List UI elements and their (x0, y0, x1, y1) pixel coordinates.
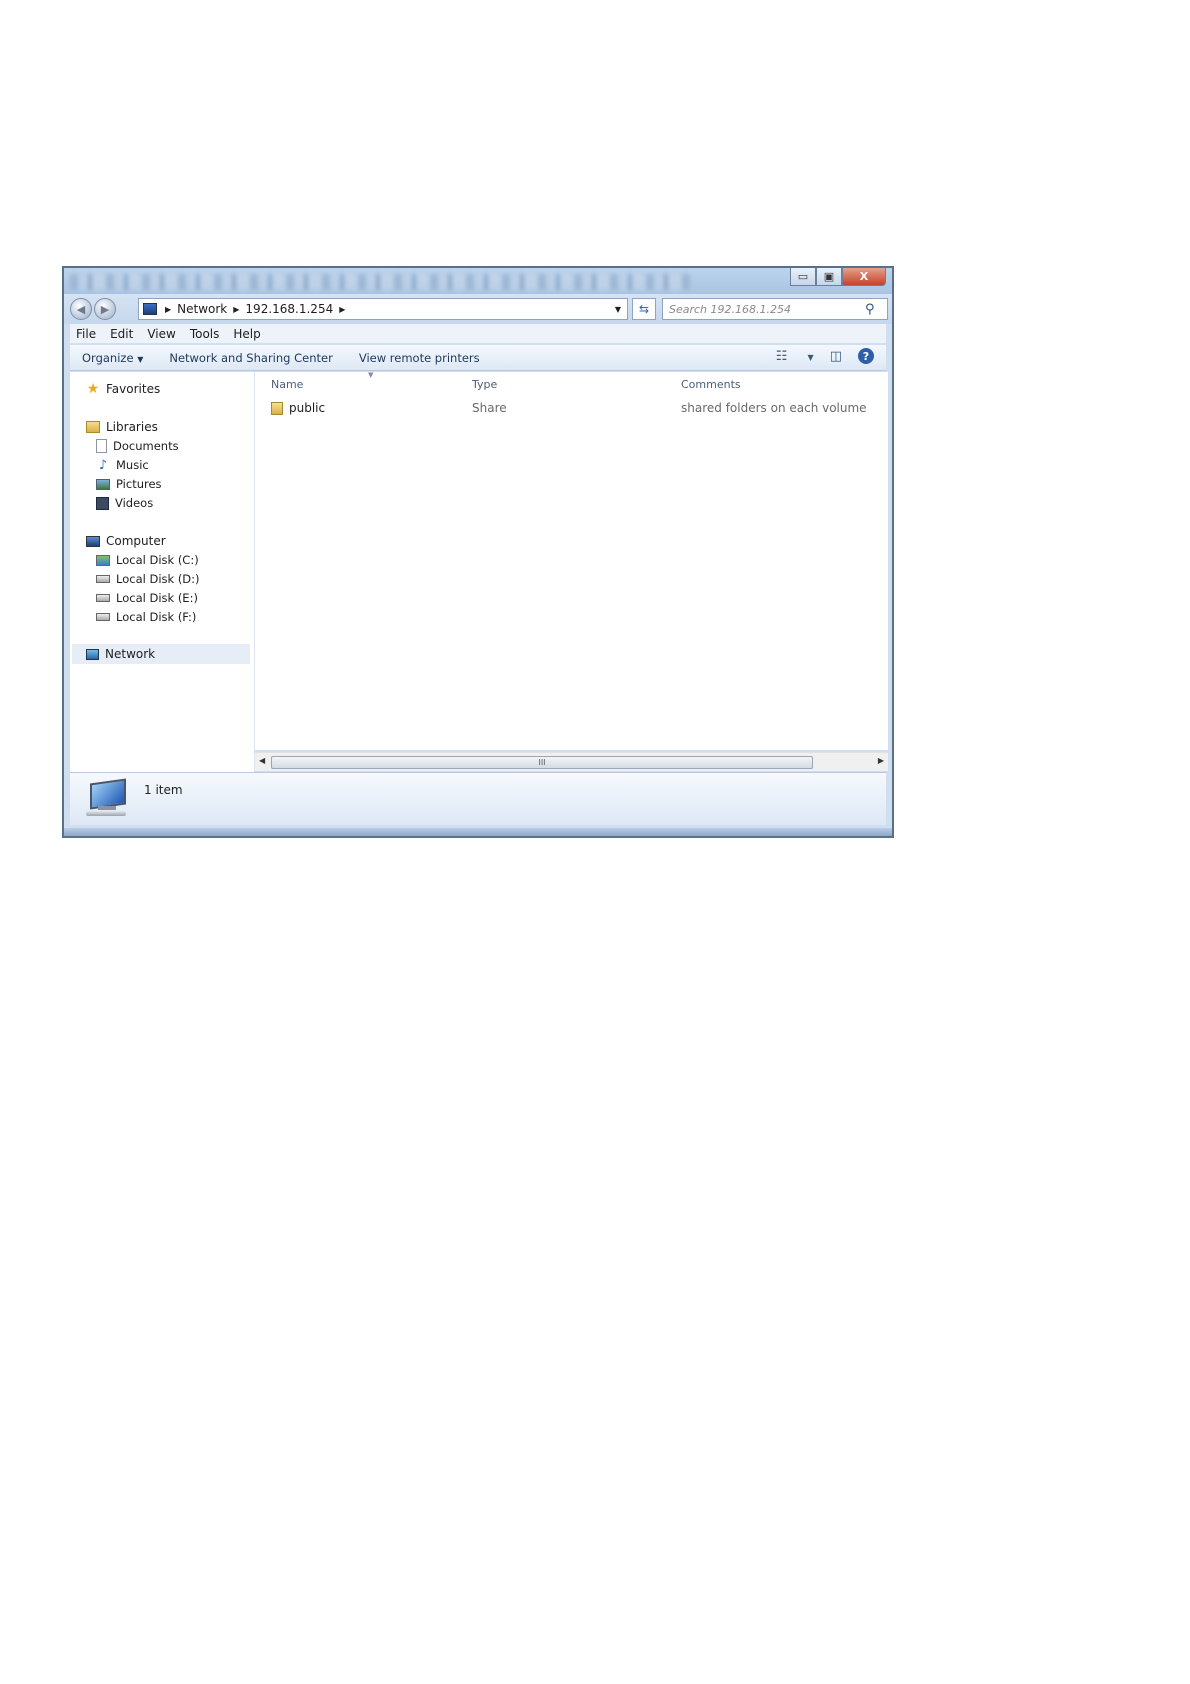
network-location-icon (143, 303, 157, 315)
explorer-window: ▭ ▣ X ◀ ▶ ▶ Network ▶ 192.168.1.254 ▶ ▼ … (62, 266, 894, 838)
scroll-left-icon[interactable]: ◀ (259, 756, 265, 765)
sidebar-item-label: Videos (115, 496, 154, 510)
drive-icon (96, 613, 110, 621)
view-options-icon[interactable]: ☷ ▼ (776, 349, 814, 364)
file-comments: shared folders on each volume (681, 401, 867, 415)
library-folder-icon (86, 421, 100, 433)
command-bar: Organize ▼ Network and Sharing Center Vi… (70, 345, 886, 371)
file-list: ▼ Name Type Comments public Share shared… (255, 371, 888, 750)
computer-icon (86, 535, 100, 547)
file-name: public (289, 401, 326, 415)
navigation-pane: ★ Favorites Libraries Documents ♪ Music … (70, 372, 255, 772)
list-item[interactable]: public Share shared folders on each volu… (255, 398, 888, 418)
organize-button[interactable]: Organize ▼ (82, 351, 143, 365)
sidebar-item-libraries[interactable]: Libraries (86, 420, 158, 434)
maximize-button[interactable]: ▣ (816, 268, 842, 286)
refresh-button[interactable]: ⇆ (632, 298, 656, 320)
sidebar-item-local-disk-d[interactable]: Local Disk (D:) (96, 572, 200, 586)
forward-arrow-icon: ▶ (100, 302, 110, 316)
breadcrumb-separator: ▶ (165, 304, 172, 314)
scroll-right-icon[interactable]: ▶ (878, 756, 884, 765)
minimize-button[interactable]: ▭ (790, 268, 816, 286)
search-input[interactable] (662, 298, 888, 320)
drive-icon (96, 594, 110, 602)
pictures-icon (96, 478, 110, 490)
menu-file[interactable]: File (76, 327, 96, 341)
network-sharing-center-button[interactable]: Network and Sharing Center (169, 351, 332, 365)
sidebar-item-label: Pictures (116, 477, 162, 491)
breadcrumb-network[interactable]: Network (177, 302, 227, 316)
address-bar[interactable]: ▶ Network ▶ 192.168.1.254 ▶ ▼ (138, 298, 628, 320)
sidebar-item-favorites[interactable]: ★ Favorites (86, 381, 161, 397)
sidebar-item-label: Libraries (106, 420, 158, 434)
music-icon: ♪ (98, 457, 108, 473)
sidebar-item-videos[interactable]: Videos (96, 496, 153, 510)
menu-edit[interactable]: Edit (110, 327, 133, 341)
network-icon (86, 648, 99, 660)
shared-folder-icon (271, 402, 283, 415)
sidebar-item-network[interactable]: Network (72, 644, 250, 664)
sidebar-item-label: Favorites (106, 382, 161, 396)
forward-button[interactable]: ▶ (94, 298, 116, 320)
scrollbar-thumb[interactable]: III (271, 756, 813, 769)
caption-buttons: ▭ ▣ X (790, 268, 886, 286)
menu-tools[interactable]: Tools (190, 327, 220, 341)
film-icon (96, 496, 109, 510)
organize-label: Organize (82, 350, 134, 365)
menu-bar: File Edit View Tools Help (70, 324, 886, 344)
window-bottom-edge (64, 828, 892, 836)
menu-help[interactable]: Help (233, 327, 260, 341)
sidebar-item-label: Computer (106, 534, 166, 548)
file-type: Share (472, 401, 507, 415)
breadcrumb-host[interactable]: 192.168.1.254 (245, 302, 333, 316)
search-icon[interactable]: ⚲ (865, 302, 875, 317)
help-icon[interactable]: ? (858, 348, 874, 364)
sidebar-item-local-disk-c[interactable]: Local Disk (C:) (96, 553, 199, 567)
taskbar-blur (70, 274, 690, 290)
sidebar-item-label: Network (105, 647, 156, 661)
details-pane: 1 item (70, 772, 886, 825)
view-remote-printers-button[interactable]: View remote printers (359, 351, 480, 365)
column-header-type[interactable]: Type (472, 378, 497, 391)
navigation-row: ◀ ▶ ▶ Network ▶ 192.168.1.254 ▶ ▼ ⇆ ⚲ (64, 294, 892, 324)
sidebar-item-label: Local Disk (E:) (116, 591, 198, 605)
sidebar-item-label: Music (116, 458, 149, 472)
back-arrow-icon: ◀ (76, 302, 86, 316)
star-icon: ★ (86, 381, 100, 397)
system-drive-icon (96, 554, 110, 566)
scrollbar-grip: III (538, 758, 546, 767)
drive-icon (96, 575, 110, 583)
view-controls: ☷ ▼ ◫ ? (760, 348, 874, 364)
column-header-name[interactable]: Name (271, 378, 303, 391)
sidebar-item-music[interactable]: ♪ Music (96, 457, 149, 473)
sidebar-item-label: Documents (113, 439, 179, 453)
breadcrumb-separator: ▶ (339, 304, 346, 314)
sidebar-item-computer[interactable]: Computer (86, 534, 166, 548)
network-computer-icon (84, 778, 128, 817)
sidebar-item-documents[interactable]: Documents (96, 439, 179, 453)
sidebar-item-label: Local Disk (C:) (116, 553, 199, 567)
column-header-comments[interactable]: Comments (681, 378, 741, 391)
menu-view[interactable]: View (147, 327, 175, 341)
chevron-down-icon: ▼ (137, 354, 144, 364)
breadcrumb-separator: ▶ (233, 304, 240, 314)
sidebar-item-local-disk-f[interactable]: Local Disk (F:) (96, 610, 196, 624)
sidebar-item-pictures[interactable]: Pictures (96, 477, 162, 491)
back-button[interactable]: ◀ (70, 298, 92, 320)
document-icon (96, 439, 107, 453)
item-count: 1 item (144, 783, 183, 797)
sidebar-item-label: Local Disk (F:) (116, 610, 197, 624)
close-button[interactable]: X (842, 268, 886, 286)
sidebar-item-local-disk-e[interactable]: Local Disk (E:) (96, 591, 198, 605)
refresh-icon: ⇆ (638, 302, 650, 316)
preview-pane-icon[interactable]: ◫ (830, 349, 842, 364)
title-bar: ▭ ▣ X (64, 268, 892, 294)
sidebar-item-label: Local Disk (D:) (116, 572, 200, 586)
address-dropdown-icon[interactable]: ▼ (615, 305, 621, 314)
sort-indicator-icon: ▼ (368, 371, 374, 379)
horizontal-scrollbar[interactable]: ◀ III ▶ (255, 752, 888, 771)
